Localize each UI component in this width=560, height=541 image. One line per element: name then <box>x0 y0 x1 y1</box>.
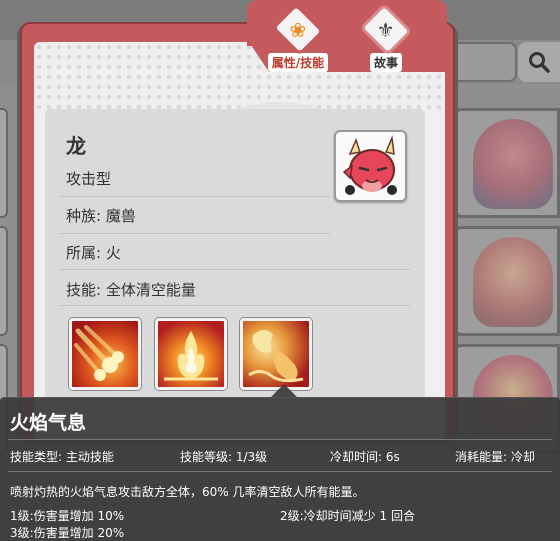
attributes-icon: ❀ <box>289 17 307 42</box>
search-icon <box>529 52 550 73</box>
skill-slot-dragon-fire-breath[interactable] <box>240 318 312 390</box>
hero-thumbnail <box>473 119 553 209</box>
tooltip-pointer <box>270 384 298 398</box>
tooltip-energy-cost: 消耗能量: 冷却 <box>455 450 535 464</box>
tab-attributes-label: 属性/技能 <box>267 53 329 72</box>
search-button[interactable] <box>518 42 560 82</box>
tooltip-description: 喷射灼热的火焰气息攻击敌方全体，60% 几率清空敌人所有能量。 <box>10 485 365 499</box>
tooltip-skill-level: 技能等级: 1/3级 <box>180 450 268 464</box>
hero-list-card[interactable] <box>452 226 560 336</box>
tooltip-divider <box>8 439 552 440</box>
hero-affiliation: 所属: 火 <box>66 244 121 262</box>
skill-slot-fire-burst[interactable] <box>155 318 227 390</box>
tab-attributes-skills[interactable]: ❀ 属性/技能 <box>262 2 334 72</box>
hero-skill-summary: 技能: 全体清空能量 <box>66 281 196 299</box>
dragon-fire-breath-icon <box>248 330 304 383</box>
tooltip-divider <box>8 471 552 472</box>
tooltip-level-3: 3级:伤害量增加 20% <box>10 526 125 540</box>
divider <box>60 305 410 306</box>
tooltip-level-2: 2级:冷却时间减少 1 回合 <box>280 509 415 523</box>
divider <box>60 196 330 197</box>
hero-portrait <box>334 130 407 202</box>
hero-race: 种族: 魔兽 <box>66 207 136 225</box>
divider <box>60 269 410 270</box>
tooltip-title: 火焰气息 <box>10 412 87 434</box>
tooltip-level-1: 1级:伤害量增加 10% <box>10 509 125 523</box>
hero-name: 龙 <box>66 134 86 158</box>
fire-burst-icon <box>164 331 218 381</box>
hero-list-card[interactable] <box>452 108 560 218</box>
dragon-portrait-icon <box>342 135 397 195</box>
fleur-de-lis-icon: ⚜ <box>377 17 395 42</box>
hero-list-card[interactable] <box>0 108 8 218</box>
tooltip-skill-type: 技能类型: 主动技能 <box>10 450 114 464</box>
tab-story[interactable]: ⚜ 故事 <box>350 2 422 72</box>
hero-thumbnail <box>473 237 553 327</box>
tooltip-cooldown: 冷却时间: 6s <box>330 450 400 464</box>
hero-type: 攻击型 <box>66 170 112 188</box>
divider <box>60 233 330 234</box>
hero-list-card[interactable] <box>0 226 8 336</box>
tab-story-label: 故事 <box>369 53 402 72</box>
flaming-meteors-icon <box>74 325 124 381</box>
skill-slot-flaming-meteors[interactable] <box>69 318 141 390</box>
